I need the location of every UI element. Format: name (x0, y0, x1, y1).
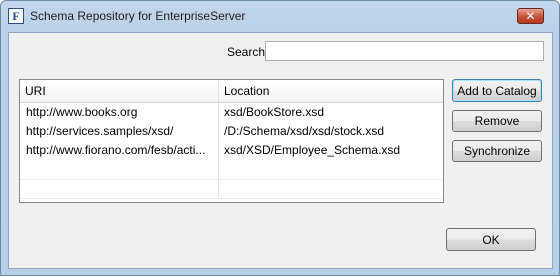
synchronize-button[interactable]: Synchronize (452, 140, 542, 162)
dialog-body: Search: URI Location http://www.books.or… (8, 32, 553, 269)
dialog-window: F Schema Repository for EnterpriseServer… (0, 0, 560, 276)
app-icon: F (8, 8, 24, 24)
search-input[interactable] (265, 41, 544, 61)
ok-button[interactable]: OK (446, 228, 536, 251)
cell-uri: http://services.samples/xsd/ (20, 122, 219, 141)
window-title: Schema Repository for EnterpriseServer (30, 9, 246, 23)
table-header: URI Location (20, 80, 443, 103)
empty-table-row[interactable] (20, 179, 443, 198)
column-header-location[interactable]: Location (219, 80, 443, 102)
cell-uri: http://www.books.org (20, 103, 219, 122)
title-bar[interactable]: F Schema Repository for EnterpriseServer… (1, 1, 559, 33)
empty-cell (219, 160, 443, 179)
empty-cell (20, 160, 219, 179)
add-to-catalog-button[interactable]: Add to Catalog (452, 79, 542, 102)
table-row[interactable]: http://www.fiorano.com/fesb/acti... xsd/… (20, 141, 443, 160)
remove-button[interactable]: Remove (452, 110, 542, 132)
row-divider (20, 179, 443, 180)
schema-table[interactable]: URI Location http://www.books.org xsd/Bo… (19, 79, 444, 203)
cell-location: xsd/XSD/Employee_Schema.xsd (224, 143, 401, 157)
column-header-uri[interactable]: URI (20, 80, 219, 102)
row-divider (20, 198, 443, 199)
empty-table-row[interactable] (20, 160, 443, 179)
cell-uri: http://www.fiorano.com/fesb/acti... (20, 141, 219, 160)
search-label: Search: (227, 45, 269, 59)
close-icon: ✕ (525, 9, 536, 23)
empty-cell (20, 179, 219, 198)
close-button[interactable]: ✕ (517, 8, 544, 24)
cell-location: /D:/Schema/xsd/xsd/stock.xsd (224, 124, 385, 138)
table-row[interactable]: http://services.samples/xsd/ /D:/Schema/… (20, 122, 443, 141)
empty-cell (219, 179, 443, 198)
table-row[interactable]: http://www.books.org xsd/BookStore.xsd (20, 103, 443, 122)
cell-location: xsd/BookStore.xsd (224, 105, 325, 119)
